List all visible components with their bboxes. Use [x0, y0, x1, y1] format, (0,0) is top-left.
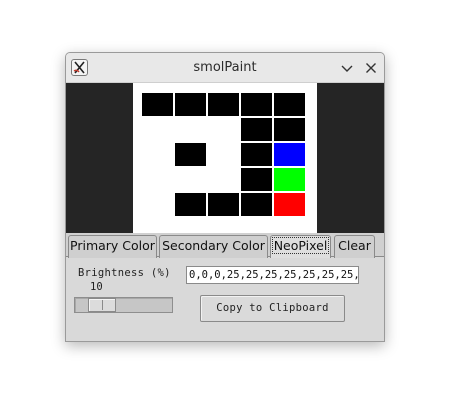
pixel-cell[interactable] [208, 93, 239, 116]
title-bar[interactable]: smolPaint [66, 53, 384, 83]
pixel-cell[interactable] [208, 168, 239, 191]
tab-label: Secondary Color [162, 238, 265, 253]
pixel-cell[interactable] [274, 118, 305, 141]
brightness-value: 10 [90, 281, 103, 293]
smolpaint-window: smolPaint Primary Color Secondary Color … [65, 52, 385, 342]
close-icon[interactable] [363, 60, 379, 76]
pixel-cell[interactable] [175, 193, 206, 216]
pixel-cell[interactable] [241, 118, 272, 141]
tab-neopixel[interactable]: NeoPixel [270, 235, 331, 259]
pixel-cell[interactable] [208, 143, 239, 166]
copy-to-clipboard-button[interactable]: Copy to Clipboard [200, 295, 345, 322]
chevron-down-icon[interactable] [339, 60, 355, 76]
brightness-slider[interactable] [74, 297, 173, 313]
pixel-cell[interactable] [175, 143, 206, 166]
pixel-cell[interactable] [208, 193, 239, 216]
tab-label: NeoPixel [271, 237, 330, 254]
neopixel-output-field[interactable]: 0,0,0,25,25,25,25,25,25,25,25,25,25,25,2… [186, 266, 359, 284]
pixel-cell[interactable] [274, 168, 305, 191]
neopixel-panel: Brightness (%) 10 0,0,0,25,25,25,25,25,2… [66, 258, 384, 341]
tab-primary-color[interactable]: Primary Color [68, 235, 157, 258]
pixel-cell[interactable] [142, 143, 173, 166]
pixel-cell[interactable] [175, 118, 206, 141]
pixel-cell[interactable] [241, 168, 272, 191]
pixel-cell[interactable] [241, 93, 272, 116]
pixel-cell[interactable] [142, 168, 173, 191]
slider-thumb[interactable] [88, 298, 116, 312]
pixel-cell[interactable] [241, 193, 272, 216]
pixel-cell[interactable] [175, 93, 206, 116]
pixel-cell[interactable] [274, 143, 305, 166]
pixel-cell[interactable] [241, 143, 272, 166]
pixel-grid [142, 93, 305, 216]
tab-clear[interactable]: Clear [334, 235, 375, 258]
pixel-cell[interactable] [274, 193, 305, 216]
canvas-area [66, 83, 384, 233]
tab-secondary-color[interactable]: Secondary Color [159, 235, 268, 258]
tab-label: Clear [338, 238, 371, 253]
pixel-cell[interactable] [175, 168, 206, 191]
pixel-cell[interactable] [208, 118, 239, 141]
tab-label: Primary Color [70, 238, 155, 253]
pixel-cell[interactable] [274, 93, 305, 116]
tab-bar: Primary Color Secondary Color NeoPixel C… [66, 233, 384, 259]
pixel-canvas [133, 83, 317, 233]
pixel-cell[interactable] [142, 193, 173, 216]
pixel-cell[interactable] [142, 93, 173, 116]
pixel-cell[interactable] [142, 118, 173, 141]
window-title: smolPaint [193, 60, 257, 75]
brightness-label: Brightness (%) [78, 267, 171, 279]
